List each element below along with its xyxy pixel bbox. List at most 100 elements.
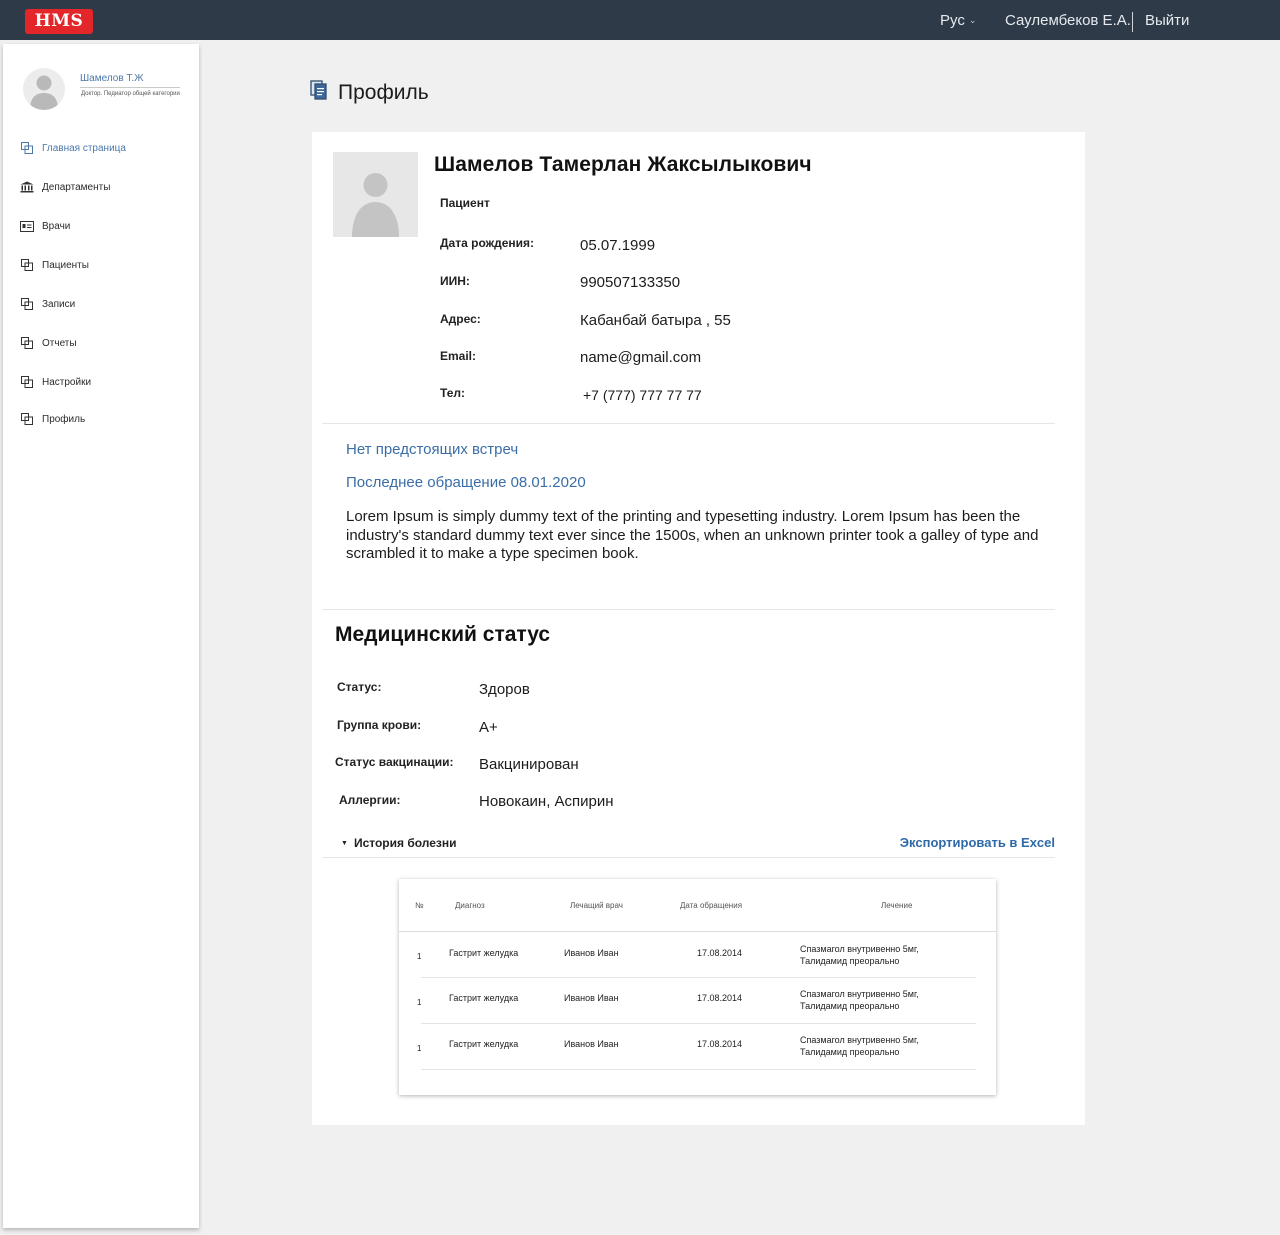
blood-group-label: Группа крови: — [337, 718, 422, 732]
iin-label: ИИН: — [440, 274, 470, 288]
copy-icon — [20, 258, 34, 272]
row-doctor: Иванов Иван — [564, 948, 619, 958]
row-date: 17.08.2014 — [697, 1039, 743, 1049]
id-card-icon — [20, 219, 34, 233]
column-header-date: Дата обращения — [680, 901, 743, 910]
patient-full-name: Шамелов Тамерлан Жаксылыкович — [434, 153, 812, 176]
row-treatment-line-1: Спазмагол внутривенно 5мг, — [800, 1035, 919, 1045]
sidebar-item-label: Профиль — [42, 413, 86, 425]
allergies-value: Новокаин, Аспирин — [479, 793, 614, 810]
row-number: 1 — [417, 1044, 422, 1053]
sidebar-user-name[interactable]: Шамелов Т.Ж — [80, 73, 143, 84]
copy-icon — [20, 297, 34, 311]
avatar[interactable] — [23, 68, 65, 110]
row-diagnosis: Гастрит желудка — [449, 948, 519, 958]
status-value: Здоров — [479, 681, 530, 698]
address-label: Адрес: — [440, 312, 481, 326]
logout-link[interactable]: Выйти — [1145, 12, 1189, 29]
divider — [1132, 12, 1133, 32]
copy-icon — [20, 375, 34, 389]
divider — [322, 609, 1055, 610]
user-silhouette-icon — [352, 173, 399, 237]
sidebar-item-reports[interactable]: Отчеты — [20, 334, 77, 352]
sidebar-item-profile[interactable]: Профиль — [20, 410, 85, 428]
table-row[interactable]: 1 Гастрит желудка Иванов Иван 17.08.2014… — [399, 1024, 996, 1070]
column-header-doctor: Лечащий врач — [570, 901, 623, 910]
row-number: 1 — [417, 952, 422, 961]
allergies-label: Аллергии: — [339, 793, 401, 807]
copy-icon — [20, 336, 34, 350]
export-excel-link[interactable]: Экспортировать в Excel — [900, 835, 1055, 850]
row-diagnosis: Гастрит желудка — [449, 993, 519, 1003]
sidebar-item-label: Врачи — [42, 220, 71, 232]
column-header-number: № — [415, 901, 424, 910]
sidebar-item-settings[interactable]: Настройки — [20, 373, 91, 391]
upcoming-appointments-link[interactable]: Нет предстоящих встреч — [346, 441, 518, 458]
language-selector[interactable]: Рус ⌄ — [940, 12, 976, 29]
sidebar-item-label: Отчеты — [42, 337, 77, 349]
sidebar-item-label: Пациенты — [42, 259, 89, 271]
row-diagnosis: Гастрит желудка — [449, 1039, 519, 1049]
sidebar-item-doctors[interactable]: Врачи — [20, 217, 70, 235]
phone-label: Тел: — [440, 386, 466, 400]
medical-status-title: Медицинский статус — [335, 623, 551, 646]
history-label: История болезни — [353, 836, 457, 850]
table-row[interactable]: 1 Гастрит желудка Иванов Иван 17.08.2014… — [399, 978, 996, 1024]
sidebar-item-label: Записи — [42, 298, 76, 310]
email-label: Email: — [440, 349, 477, 363]
home-icon — [20, 141, 34, 155]
row-treatment-line-2: Талидамид преорально — [800, 1001, 900, 1011]
documents-icon — [310, 80, 328, 105]
sidebar-item-appointments[interactable]: Записи — [20, 295, 75, 313]
status-label: Статус: — [337, 680, 382, 694]
sidebar: Шамелов Т.Ж Доктор. Педиатор общей катег… — [3, 44, 199, 1228]
history-toggle[interactable]: ▼ История болезни — [341, 836, 457, 850]
divider — [421, 1069, 976, 1070]
row-date: 17.08.2014 — [697, 993, 743, 1003]
vaccination-label: Статус вакцинации: — [335, 755, 454, 769]
patient-role: Пациент — [440, 196, 490, 210]
vaccination-value: Вакцинирован — [479, 756, 579, 773]
sidebar-item-label: Департаменты — [42, 181, 111, 193]
caret-down-icon: ▼ — [341, 839, 348, 847]
current-user-name[interactable]: Саулембеков Е.А. — [1005, 12, 1131, 29]
bank-icon — [20, 180, 34, 194]
last-visit-link[interactable]: Последнее обращение 08.01.2020 — [346, 474, 586, 491]
language-label: Рус — [940, 12, 965, 29]
row-treatment-line-2: Талидамид преорально — [800, 956, 900, 966]
column-header-diagnosis: Диагноз — [455, 901, 485, 910]
address-value: Кабанбай батыра , 55 — [580, 312, 731, 329]
sidebar-item-patients[interactable]: Пациенты — [20, 256, 89, 274]
logo[interactable]: HMS — [25, 9, 93, 34]
chevron-down-icon: ⌄ — [968, 15, 977, 25]
row-number: 1 — [417, 998, 422, 1007]
divider — [322, 423, 1055, 424]
birthdate-value: 05.07.1999 — [580, 237, 656, 254]
sidebar-user-role: Доктор. Педиатор общей категории — [81, 91, 180, 97]
table-row[interactable]: 1 Гастрит желудка Иванов Иван 17.08.2014… — [399, 932, 996, 978]
notes-text: Lorem Ipsum is simply dummy text of the … — [346, 508, 1039, 562]
row-treatment-line-2: Талидамид преорально — [800, 1047, 900, 1057]
row-date: 17.08.2014 — [697, 948, 743, 958]
top-bar: HMS Рус ⌄ Саулембеков Е.А. Выйти — [0, 0, 1280, 40]
column-header-treatment: Лечение — [881, 901, 913, 910]
row-treatment-line-1: Спазмагол внутривенно 5мг, — [800, 989, 919, 999]
row-doctor: Иванов Иван — [564, 1039, 619, 1049]
divider — [322, 857, 1055, 858]
phone-value: +7 (777) 777 77 77 — [583, 387, 702, 403]
divider — [80, 87, 180, 88]
birthdate-label: Дата рождения: — [440, 236, 535, 250]
row-doctor: Иванов Иван — [564, 993, 619, 1003]
profile-card: Шамелов Тамерлан Жаксылыкович Пациент Да… — [312, 132, 1085, 1125]
row-treatment-line-1: Спазмагол внутривенно 5мг, — [800, 944, 919, 954]
sidebar-item-home[interactable]: Главная страница — [20, 139, 126, 157]
email-value: name@gmail.com — [580, 349, 702, 366]
sidebar-item-departments[interactable]: Департаменты — [20, 178, 110, 196]
copy-icon — [20, 412, 34, 426]
iin-value: 990507133350 — [580, 274, 681, 291]
page-header: Профиль — [310, 80, 429, 105]
history-table: № Диагноз Лечащий врач Дата обращения Ле… — [399, 879, 996, 1095]
sidebar-item-label: Главная страница — [42, 142, 126, 154]
page-title: Профиль — [338, 80, 429, 104]
blood-group-value: A+ — [479, 719, 498, 736]
